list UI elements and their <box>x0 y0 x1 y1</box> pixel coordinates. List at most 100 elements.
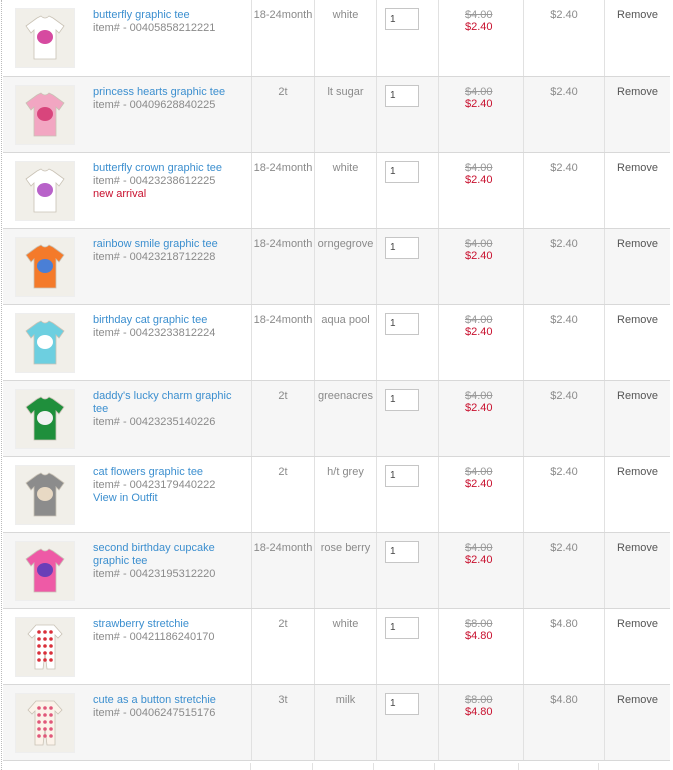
product-name-link[interactable]: strawberry stretchie <box>93 618 243 631</box>
product-thumbnail[interactable] <box>15 160 75 221</box>
product-name-link[interactable]: daddy's lucky charm graphic tee <box>93 390 243 416</box>
line-total: $2.40 <box>550 85 578 98</box>
line-total: $2.40 <box>550 237 578 250</box>
quantity-input[interactable] <box>385 84 419 107</box>
cart-row: cute as a button stretchie item# - 00406… <box>3 684 670 761</box>
product-name-link[interactable]: butterfly crown graphic tee <box>93 162 243 175</box>
product-thumbnail[interactable] <box>15 84 75 145</box>
quantity-input[interactable] <box>385 312 419 335</box>
price-cell: $4.00 $2.40 <box>438 228 524 305</box>
product-thumbnail[interactable] <box>15 692 75 753</box>
quantity-cell <box>376 456 439 533</box>
product-image-cell <box>3 228 83 305</box>
color-cell: white <box>314 0 377 77</box>
product-description-cell: second birthday cupcake graphic tee item… <box>83 532 252 609</box>
product-image-cell <box>3 76 83 153</box>
product-thumbnail[interactable] <box>15 616 75 677</box>
remove-button[interactable]: Remove <box>605 618 670 631</box>
price-cell: $8.00 $4.80 <box>438 684 524 761</box>
product-sku: item# - 00405858212221 <box>93 22 216 34</box>
size-cell: 2t <box>251 76 315 153</box>
remove-button[interactable]: Remove <box>605 314 670 327</box>
original-price: $4.00 <box>465 465 493 478</box>
remove-button[interactable]: Remove <box>605 466 670 479</box>
color-cell: aqua pool <box>314 304 377 381</box>
quantity-cell <box>376 76 439 153</box>
sale-price: $2.40 <box>465 97 493 110</box>
line-total: $4.80 <box>550 617 578 630</box>
remove-button[interactable]: Remove <box>605 162 670 175</box>
product-thumbnail[interactable] <box>15 312 75 373</box>
product-name-link[interactable]: cat flowers graphic tee <box>93 466 243 479</box>
total-cell: $2.40 <box>523 76 605 153</box>
remove-button[interactable]: Remove <box>605 9 670 22</box>
total-cell: $2.40 <box>523 532 605 609</box>
price-cell: $4.00 $2.40 <box>438 76 524 153</box>
quantity-input[interactable] <box>385 160 419 183</box>
product-color: white <box>332 617 359 630</box>
product-description-cell: birthday cat graphic tee item# - 0042323… <box>83 304 252 381</box>
product-name-link[interactable]: cute as a button stretchie <box>93 694 243 707</box>
size-cell: 18-24month <box>251 0 315 77</box>
remove-button[interactable]: Remove <box>605 390 670 403</box>
product-thumbnail[interactable] <box>15 236 75 297</box>
size-cell: 3t <box>251 684 315 761</box>
quantity-cell <box>376 304 439 381</box>
size-cell: 2t <box>251 456 315 533</box>
cart-row: butterfly graphic tee item# - 0040585821… <box>3 0 670 77</box>
quantity-input[interactable] <box>385 616 419 639</box>
product-size: 18-24month <box>253 237 313 250</box>
view-in-outfit-link[interactable]: View in Outfit <box>93 492 251 505</box>
remove-cell: Remove <box>604 456 670 533</box>
product-name-link[interactable]: second birthday cupcake graphic tee <box>93 542 243 568</box>
quantity-input[interactable] <box>385 236 419 259</box>
line-total: $2.40 <box>550 541 578 554</box>
product-color: lt sugar <box>327 85 364 98</box>
product-thumbnail[interactable] <box>15 8 75 68</box>
remove-button[interactable]: Remove <box>605 542 670 555</box>
quantity-input[interactable] <box>385 464 419 487</box>
product-thumbnail[interactable] <box>15 540 75 601</box>
quantity-cell <box>376 532 439 609</box>
line-total: $2.40 <box>550 9 578 21</box>
quantity-input[interactable] <box>385 388 419 411</box>
tee-shirt-picture <box>25 320 65 364</box>
product-name-link[interactable]: birthday cat graphic tee <box>93 314 243 327</box>
quantity-cell <box>376 684 439 761</box>
remove-cell: Remove <box>604 684 670 761</box>
product-size: 18-24month <box>253 161 313 174</box>
quantity-input[interactable] <box>385 540 419 563</box>
product-thumbnail[interactable] <box>15 388 75 449</box>
tee-shirt-picture <box>25 244 65 288</box>
product-name-link[interactable]: rainbow smile graphic tee <box>93 238 243 251</box>
cart-row: princess hearts graphic tee item# - 0040… <box>3 76 670 153</box>
product-sku: item# - 00423218712228 <box>93 250 216 263</box>
product-sku: item# - 00423235140226 <box>93 415 216 428</box>
product-color: aqua pool <box>321 313 370 326</box>
product-size: 2t <box>278 85 288 98</box>
cart-body: butterfly graphic tee item# - 0040585821… <box>3 0 670 761</box>
product-color: orngegrove <box>317 237 374 250</box>
total-cell: $2.40 <box>523 228 605 305</box>
total-cell: $2.40 <box>523 152 605 229</box>
product-name-link[interactable]: butterfly graphic tee <box>93 9 243 22</box>
product-color: greenacres <box>317 389 374 402</box>
cart-row: rainbow smile graphic tee item# - 004232… <box>3 228 670 305</box>
price-cell: $4.00 $2.40 <box>438 152 524 229</box>
cell-edge <box>3 763 599 770</box>
product-name-link[interactable]: princess hearts graphic tee <box>93 86 243 99</box>
color-cell: greenacres <box>314 380 377 457</box>
sale-price: $4.80 <box>465 629 493 642</box>
cart-row: cat flowers graphic tee item# - 00423179… <box>3 456 670 533</box>
original-price: $8.00 <box>465 617 493 630</box>
product-thumbnail[interactable] <box>15 464 75 525</box>
color-cell: lt sugar <box>314 76 377 153</box>
remove-button[interactable]: Remove <box>605 694 670 707</box>
original-price: $4.00 <box>465 161 493 174</box>
price-cell: $4.00 $2.40 <box>438 456 524 533</box>
product-description-cell: rainbow smile graphic tee item# - 004232… <box>83 228 252 305</box>
quantity-input[interactable] <box>385 8 419 30</box>
remove-button[interactable]: Remove <box>605 86 670 99</box>
quantity-input[interactable] <box>385 692 419 715</box>
remove-button[interactable]: Remove <box>605 238 670 251</box>
